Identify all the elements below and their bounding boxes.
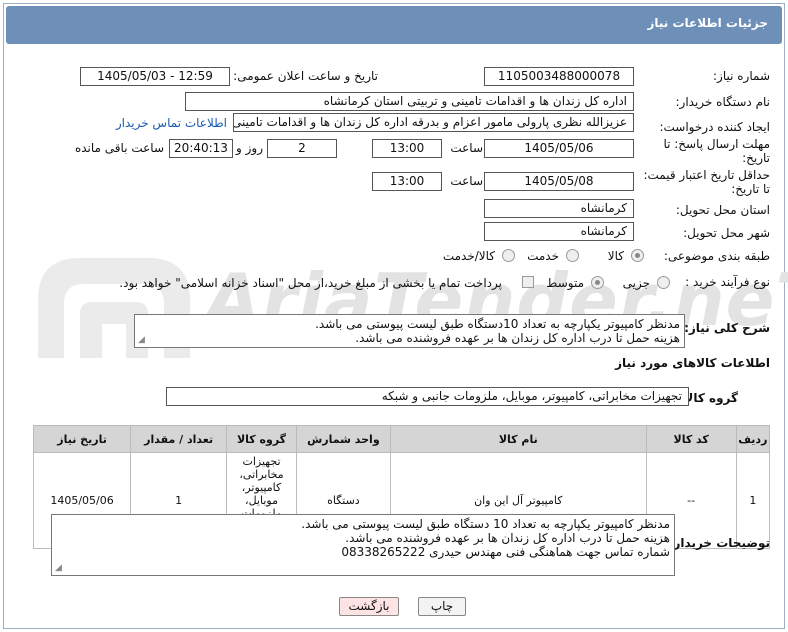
buyer-label: نام دستگاه خریدار: (675, 95, 771, 109)
price-time-word: ساعت (450, 174, 483, 188)
announce-label: تاریخ و ساعت اعلان عمومی: (233, 69, 378, 83)
page-header: جزئیات اطلاعات نیاز (6, 6, 782, 44)
deadline-label-2: تاریخ: (742, 151, 770, 165)
back-button[interactable]: بازگشت (339, 597, 399, 616)
city-label: شهر محل تحویل: (683, 226, 770, 240)
process-partial-label: جزیی (622, 276, 650, 290)
resize-grip-icon[interactable]: ◢ (138, 336, 145, 345)
remaining-word: ساعت باقی مانده (74, 141, 164, 155)
province-label: استان محل تحویل: (675, 203, 770, 217)
col-goods-group: گروه کالا (226, 425, 297, 453)
summary-line-2: هزینه حمل تا درب اداره کل زندان ها بر عه… (355, 331, 680, 345)
city-field: کرمانشاه (484, 222, 634, 241)
need-number-field: 1105003488000078 (484, 67, 634, 86)
days-word: روز و (236, 141, 263, 155)
category-service-radio[interactable] (566, 249, 579, 262)
need-number-label: شماره نیاز: (713, 69, 770, 83)
process-label: نوع فرآیند خرید : (685, 275, 770, 289)
category-goods-service-radio[interactable] (502, 249, 515, 262)
cell-row-number: 1 (735, 452, 771, 549)
deadline-time-field: 13:00 (372, 139, 442, 158)
buyer-field: اداره کل زندان ها و اقدامات تامینی و ترب… (185, 92, 634, 111)
col-quantity: تعداد / مقدار (130, 425, 228, 453)
category-label: طبقه بندی موضوعی: (663, 249, 770, 263)
price-validity-label-2: تا تاریخ: (731, 182, 770, 196)
price-time-field: 13:00 (372, 172, 442, 191)
summary-textarea: مدنظر کامپیوتر یکپارچه به تعداد 10دستگاه… (134, 314, 685, 348)
resize-grip-icon[interactable]: ◢ (55, 564, 62, 573)
process-medium-label: متوسط (546, 276, 584, 290)
category-service-label: خدمت (527, 249, 559, 263)
category-goods-service-label: کالا/خدمت (442, 249, 495, 263)
remaining-time-field: 20:40:13 (169, 139, 233, 158)
page-title: جزئیات اطلاعات نیاز (647, 16, 768, 30)
buyer-contact-link[interactable]: اطلاعات تماس خریدار (116, 116, 227, 130)
col-unit: واحد شمارش (295, 425, 391, 453)
goods-section-title: اطلاعات کالاهای مورد نیاز (615, 356, 770, 370)
category-goods-label: کالا (607, 249, 624, 263)
goods-group-field: تجهیزات مخابراتی، کامپیوتر، موبایل، ملزو… (166, 387, 689, 406)
category-goods-radio[interactable] (631, 249, 644, 262)
col-item-name: نام کالا (389, 425, 647, 453)
treasury-payment-text: پرداخت تمام یا بخشی از مبلغ خرید،از محل … (119, 276, 502, 290)
buyer-notes-line-1: مدنظر کامپیوتر یکپارچه به تعداد 10 دستگا… (301, 517, 670, 531)
deadline-time-word: ساعت (450, 141, 483, 155)
process-medium-radio[interactable] (591, 276, 604, 289)
price-validity-label: حداقل تاریخ اعتبار قیمت: (643, 168, 770, 182)
buyer-notes-label: توضیحات خریدار: (668, 536, 770, 550)
summary-label: شرح کلی نیاز: (684, 321, 770, 335)
days-field: 2 (267, 139, 337, 158)
col-row-number: ردیف (735, 425, 771, 453)
treasury-payment-checkbox[interactable] (522, 276, 534, 288)
buyer-notes-line-3: شماره تماس جهت هماهنگی فنی مهندس حیدری 0… (341, 545, 670, 559)
buyer-notes-textarea: مدنظر کامپیوتر یکپارچه به تعداد 10 دستگا… (51, 514, 675, 576)
deadline-date-field: 1405/05/06 (484, 139, 634, 158)
price-date-field: 1405/05/08 (484, 172, 634, 191)
creator-label: ایجاد کننده درخواست: (659, 120, 770, 134)
buyer-notes-line-2: هزینه حمل تا درب اداره کل زندان ها بر عه… (345, 531, 670, 545)
col-need-date: تاریخ نیاز (32, 425, 132, 453)
province-field: کرمانشاه (484, 199, 634, 218)
announce-field: 1405/05/03 - 12:59 (80, 67, 230, 86)
deadline-label: مهلت ارسال پاسخ: تا (663, 137, 770, 151)
table-header-row: ردیف کد کالا نام کالا واحد شمارش گروه کا… (32, 425, 771, 453)
process-partial-radio[interactable] (657, 276, 670, 289)
watermark-logo-icon (18, 240, 228, 370)
summary-line-1: مدنظر کامپیوتر یکپارچه به تعداد 10دستگاه… (315, 317, 680, 331)
col-item-code: کد کالا (645, 425, 737, 453)
print-button[interactable]: چاپ (418, 597, 466, 616)
creator-field: عزیزالله نظری پارولی مامور اعزام و بدرقه… (233, 113, 634, 132)
